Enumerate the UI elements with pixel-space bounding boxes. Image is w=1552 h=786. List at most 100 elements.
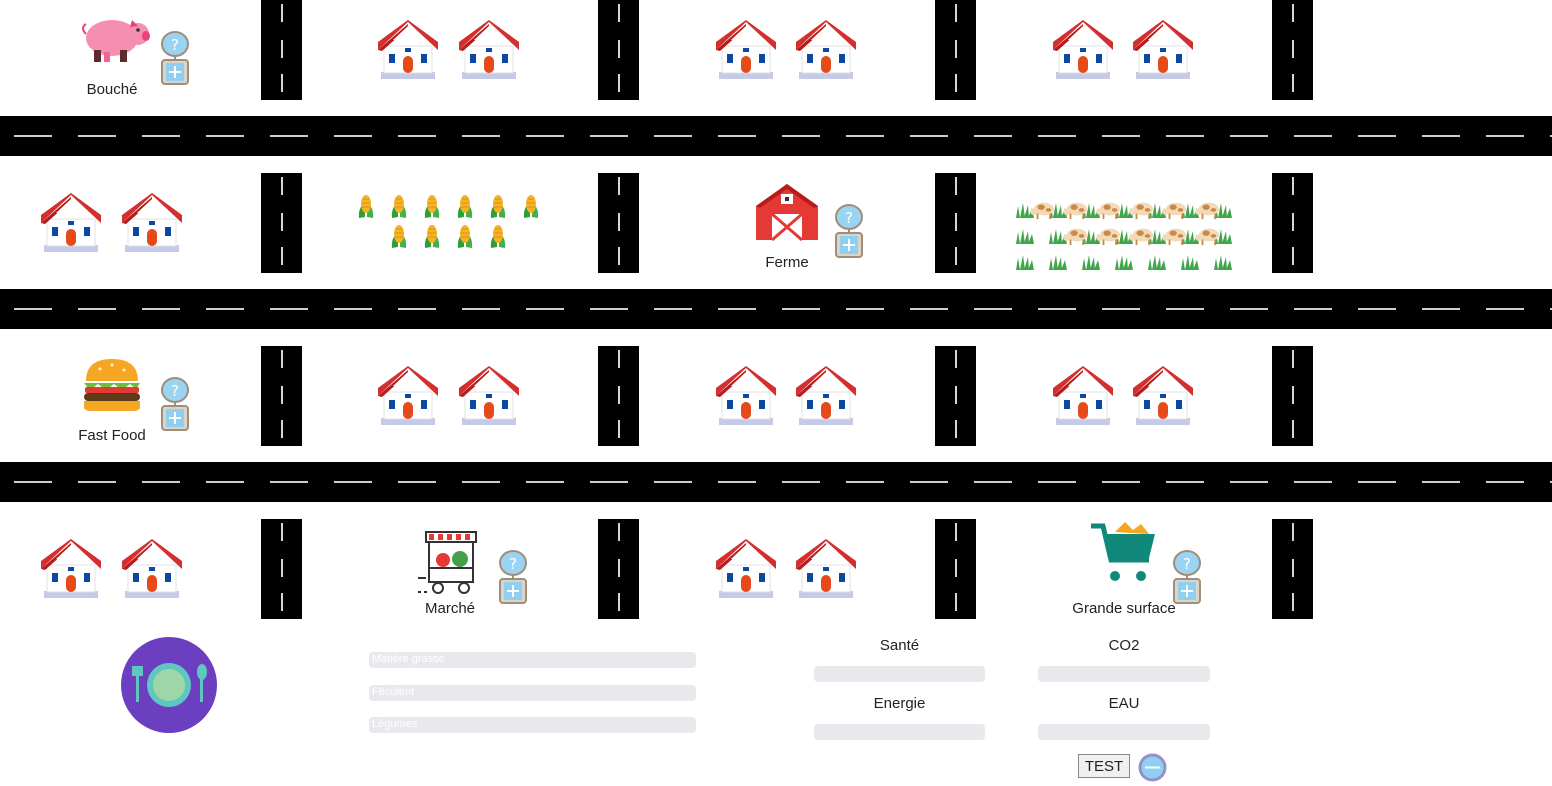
corn-icon [454,193,476,221]
road-dash [654,135,692,137]
road-dash [1102,308,1140,310]
road-dash [955,593,957,611]
road-dash [1230,308,1268,310]
cow-icon [1194,198,1222,220]
label-ferme: Ferme [765,254,809,271]
bar-feculent: Féculent [369,685,696,701]
road-dash [206,135,244,137]
house-icon [458,20,520,80]
corn-field[interactable] [355,193,545,255]
road-dash [1358,135,1396,137]
road-dash [1486,481,1524,483]
vertical-road [1272,519,1313,619]
road-dash [654,481,692,483]
road-dash [78,308,116,310]
road-dash [590,308,628,310]
road-dash [270,135,308,137]
house-icon [715,20,777,80]
house-icon [40,193,102,253]
road-dash [1292,4,1294,22]
road-dash [526,481,564,483]
road-dash [398,481,436,483]
road-dash [846,308,884,310]
cow-icon [1062,198,1090,220]
house-icon [121,539,183,599]
road-dash [718,481,756,483]
road-dash [281,74,283,92]
vertical-road [261,346,302,446]
horizontal-road-3 [0,462,1552,502]
road-dash [955,350,957,368]
pig-icon[interactable] [80,12,150,64]
road-dash [1230,481,1268,483]
road-dash [1486,135,1524,137]
road-dash [270,481,308,483]
bar-label: Légumes [372,718,418,730]
corn-icon [454,223,476,251]
stat-bar-sante [814,666,985,682]
stat-bar-co2 [1038,666,1210,682]
house-icon [795,20,857,80]
road-dash [718,308,756,310]
road-dash [1292,523,1294,541]
road-dash [281,247,283,265]
cart-help-icon[interactable] [1172,549,1202,605]
corn-icon [388,193,410,221]
stat-label-eau: EAU [1108,695,1140,712]
road-dash [1292,74,1294,92]
road-dash [526,135,564,137]
road-dash [462,481,500,483]
road-dash [955,40,957,58]
test-button[interactable]: TEST [1078,754,1130,778]
road-dash [1102,481,1140,483]
vertical-road [598,346,639,446]
house-icon [40,539,102,599]
corn-icon [487,223,509,251]
cow-pasture[interactable] [1015,196,1235,270]
road-dash [14,135,52,137]
road-dash [955,420,957,438]
grass-icon [1180,254,1200,270]
road-dash [955,559,957,577]
burger-icon[interactable] [82,355,142,413]
house-icon [1132,366,1194,426]
road-dash [14,308,52,310]
road-dash [974,135,1012,137]
barn-help-icon[interactable] [834,203,864,259]
bar-label: Matière grasse [372,653,445,665]
market-help-icon[interactable] [498,549,528,605]
corn-icon [421,223,443,251]
road-dash [281,40,283,58]
road-dash [206,308,244,310]
road-dash [1292,40,1294,58]
road-dash [955,386,957,404]
house-icon [377,366,439,426]
pig-help-icon[interactable] [160,30,190,86]
road-dash [142,481,180,483]
road-dash [1358,481,1396,483]
road-dash [618,40,620,58]
vertical-road [935,519,976,619]
minus-icon[interactable] [1137,752,1168,783]
road-dash [398,308,436,310]
road-dash [1292,593,1294,611]
road-dash [334,135,372,137]
grass-icon [1213,254,1233,270]
road-dash [1422,135,1460,137]
house-icon [795,366,857,426]
burger-help-icon[interactable] [160,376,190,432]
road-dash [590,481,628,483]
shopping-cart-icon[interactable] [1089,520,1159,586]
road-dash [782,308,820,310]
vertical-road [1272,173,1313,273]
grass-icon [1147,254,1167,270]
market-stall-icon[interactable] [416,530,480,596]
road-dash [618,559,620,577]
bar-matiere-grasse: Matière grasse [369,652,696,668]
road-dash [1230,135,1268,137]
plate-icon[interactable] [120,636,218,734]
corn-icon [388,223,410,251]
barn-icon[interactable] [754,182,820,242]
road-dash [281,593,283,611]
label-fastfood: Fast Food [78,427,146,444]
